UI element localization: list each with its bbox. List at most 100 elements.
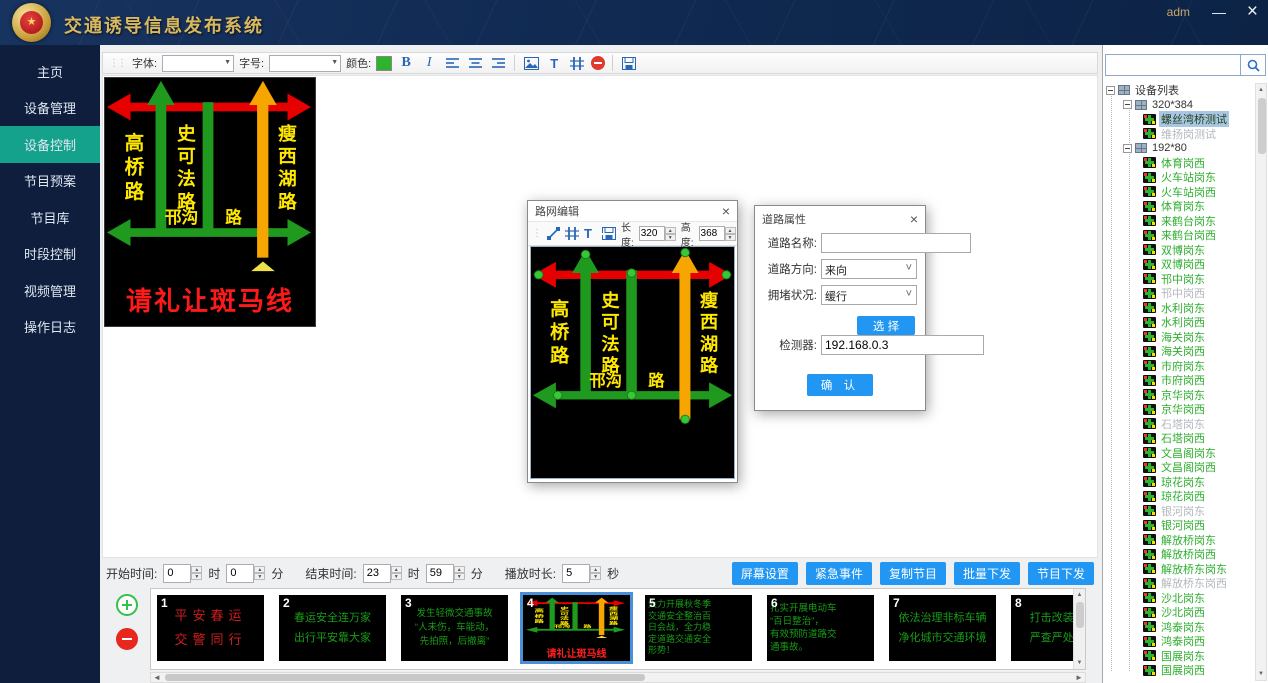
- logged-in-user[interactable]: adm: [1167, 5, 1190, 19]
- sidebar-item-视频管理[interactable]: 视频管理: [0, 272, 100, 309]
- tree-device-琼花岗西[interactable]: 琼花岗西: [1103, 489, 1255, 504]
- sidebar-item-节目库[interactable]: 节目库: [0, 199, 100, 236]
- tree-device-邗中岗西[interactable]: 邗中岗西: [1103, 286, 1255, 301]
- scroll-down-icon[interactable]: ▼: [1256, 668, 1266, 680]
- end-hour-input[interactable]: [363, 564, 391, 583]
- playlist-thumb-4[interactable]: 4高桥路史可法路瘦西湖路邗沟路请礼让斑马线: [523, 595, 630, 661]
- tree-device-鸿泰岗东[interactable]: 鸿泰岗东: [1103, 620, 1255, 635]
- playlist-thumb-7[interactable]: 7依法治理非标车辆净化城市交通环境: [889, 595, 996, 661]
- action-button-复制节目[interactable]: 复制节目: [880, 562, 946, 585]
- tree-device-银河岗西[interactable]: 银河岗西: [1103, 518, 1255, 533]
- confirm-button[interactable]: 确 认: [807, 374, 873, 396]
- playlist-thumb-2[interactable]: 2春运安全连万家出行平安靠大家: [279, 595, 386, 661]
- draw-line-icon[interactable]: [547, 225, 560, 242]
- tree-device-沙北岗东[interactable]: 沙北岗东: [1103, 591, 1255, 606]
- italic-button[interactable]: I: [420, 55, 438, 72]
- road-tool-icon[interactable]: [565, 225, 579, 242]
- action-button-节目下发[interactable]: 节目下发: [1028, 562, 1094, 585]
- playlist-thumb-5[interactable]: 5大力开展秋冬季交通安全整治百日会战，全力稳定道路交通安全形势！: [645, 595, 752, 661]
- action-button-屏幕设置[interactable]: 屏幕设置: [732, 562, 798, 585]
- tree-root[interactable]: 设备列表: [1103, 83, 1255, 98]
- tree-device-邗中岗东[interactable]: 邗中岗东: [1103, 272, 1255, 287]
- tree-device-解放桥岗东[interactable]: 解放桥岗东: [1103, 533, 1255, 548]
- align-left-icon[interactable]: [443, 55, 461, 72]
- tree-device-京华岗东[interactable]: 京华岗东: [1103, 388, 1255, 403]
- tree-device-水利岗东[interactable]: 水利岗东: [1103, 301, 1255, 316]
- align-right-icon[interactable]: [489, 55, 507, 72]
- tree-device-火车站岗东[interactable]: 火车站岗东: [1103, 170, 1255, 185]
- tree-collapse-icon[interactable]: [1123, 144, 1132, 153]
- sidebar-item-操作日志[interactable]: 操作日志: [0, 309, 100, 346]
- tree-device-市府岗东[interactable]: 市府岗东: [1103, 359, 1255, 374]
- tree-device-京华岗西[interactable]: 京华岗西: [1103, 402, 1255, 417]
- align-center-icon[interactable]: [466, 55, 484, 72]
- select-button[interactable]: 选 择: [857, 316, 915, 335]
- road-name-input[interactable]: [821, 233, 971, 253]
- roadnet-canvas[interactable]: 高桥路史可法路瘦西湖路邗沟路: [530, 246, 735, 479]
- tree-device-来鹤台岗西[interactable]: 来鹤台岗西: [1103, 228, 1255, 243]
- end-min-input[interactable]: [426, 564, 454, 583]
- scroll-left-icon[interactable]: ◄: [151, 673, 163, 682]
- tree-device-琼花岗东[interactable]: 琼花岗东: [1103, 475, 1255, 490]
- action-button-批量下发[interactable]: 批量下发: [954, 562, 1020, 585]
- tree-device-双博岗西[interactable]: 双博岗西: [1103, 257, 1255, 272]
- duration-input[interactable]: [562, 564, 590, 583]
- sidebar-item-主页[interactable]: 主页: [0, 53, 100, 90]
- device-search-input[interactable]: [1105, 54, 1241, 76]
- playlist-thumb-1[interactable]: 1平安春运交警同行: [157, 595, 264, 661]
- minimize-icon[interactable]: —: [1212, 4, 1226, 20]
- tree-device-解放桥岗西[interactable]: 解放桥岗西: [1103, 547, 1255, 562]
- scroll-down-icon[interactable]: ▼: [1074, 657, 1085, 669]
- tree-device-来鹤台岗东[interactable]: 来鹤台岗东: [1103, 214, 1255, 229]
- sidebar-item-设备管理[interactable]: 设备管理: [0, 90, 100, 127]
- tree-device-市府岗西[interactable]: 市府岗西: [1103, 373, 1255, 388]
- tree-device-文昌阁岗东[interactable]: 文昌阁岗东: [1103, 446, 1255, 461]
- bold-button[interactable]: B: [397, 55, 415, 72]
- playlist-horizontal-scrollbar[interactable]: ◄ ►: [150, 672, 1086, 683]
- tree-device-海关岗西[interactable]: 海关岗西: [1103, 344, 1255, 359]
- delete-tool-icon[interactable]: [591, 56, 605, 70]
- sidebar-item-设备控制[interactable]: 设备控制: [0, 126, 100, 163]
- tree-device-体育岗东[interactable]: 体育岗东: [1103, 199, 1255, 214]
- add-program-button[interactable]: [116, 594, 138, 616]
- tree-device-螺丝湾桥测试[interactable]: 螺丝湾桥测试: [1103, 112, 1255, 127]
- tree-device-解放桥东岗东[interactable]: 解放桥东岗东: [1103, 562, 1255, 577]
- tree-group-320*384[interactable]: 320*384: [1103, 98, 1255, 113]
- action-button-紧急事件[interactable]: 紧急事件: [806, 562, 872, 585]
- tree-device-火车站岗西[interactable]: 火车站岗西: [1103, 185, 1255, 200]
- tree-scrollbar[interactable]: ▲ ▼: [1255, 83, 1267, 681]
- congestion-select[interactable]: 缓行: [821, 285, 917, 305]
- tree-device-沙北岗西[interactable]: 沙北岗西: [1103, 605, 1255, 620]
- tree-collapse-icon[interactable]: [1123, 100, 1132, 109]
- tree-device-石塔岗东[interactable]: 石塔岗东: [1103, 417, 1255, 432]
- roadnet-close-icon[interactable]: ×: [722, 204, 730, 218]
- detector-input[interactable]: [821, 335, 984, 355]
- playlist-vertical-scrollbar[interactable]: ▲ ▼: [1073, 589, 1085, 669]
- tree-device-维扬岗测试[interactable]: 维扬岗测试: [1103, 127, 1255, 142]
- font-dropdown[interactable]: [162, 55, 234, 72]
- length-input[interactable]: [639, 226, 665, 241]
- tree-device-海关岗东[interactable]: 海关岗东: [1103, 330, 1255, 345]
- tree-device-国展岗东[interactable]: 国展岗东: [1103, 649, 1255, 664]
- props-close-icon[interactable]: ×: [910, 212, 918, 226]
- search-button[interactable]: [1241, 54, 1266, 76]
- tree-device-体育岗西[interactable]: 体育岗西: [1103, 156, 1255, 171]
- tree-group-192*80[interactable]: 192*80: [1103, 141, 1255, 156]
- text-tool-button[interactable]: T: [545, 55, 563, 72]
- sidebar-item-时段控制[interactable]: 时段控制: [0, 236, 100, 273]
- tree-device-石塔岗西[interactable]: 石塔岗西: [1103, 431, 1255, 446]
- text-tool-button[interactable]: T: [584, 225, 592, 242]
- scroll-right-icon[interactable]: ►: [1073, 673, 1085, 682]
- sidebar-item-节目预案[interactable]: 节目预案: [0, 163, 100, 200]
- road-direction-select[interactable]: 来向: [821, 259, 917, 279]
- tree-device-双博岗东[interactable]: 双博岗东: [1103, 243, 1255, 258]
- size-dropdown[interactable]: [269, 55, 341, 72]
- playlist-thumb-6[interactable]: 6扎实开展电动车“百日整治”，有效预防道路交通事故。: [767, 595, 874, 661]
- tree-device-解放桥东岗西[interactable]: 解放桥东岗西: [1103, 576, 1255, 591]
- remove-program-button[interactable]: [116, 628, 138, 650]
- traffic-sign-preview[interactable]: 高桥路史可法路瘦西湖路邗沟路 请礼让斑马线: [104, 77, 316, 327]
- tree-device-水利岗西[interactable]: 水利岗西: [1103, 315, 1255, 330]
- start-min-input[interactable]: [226, 564, 254, 583]
- color-swatch[interactable]: [376, 56, 392, 71]
- length-stepper[interactable]: ▲▼: [639, 226, 676, 241]
